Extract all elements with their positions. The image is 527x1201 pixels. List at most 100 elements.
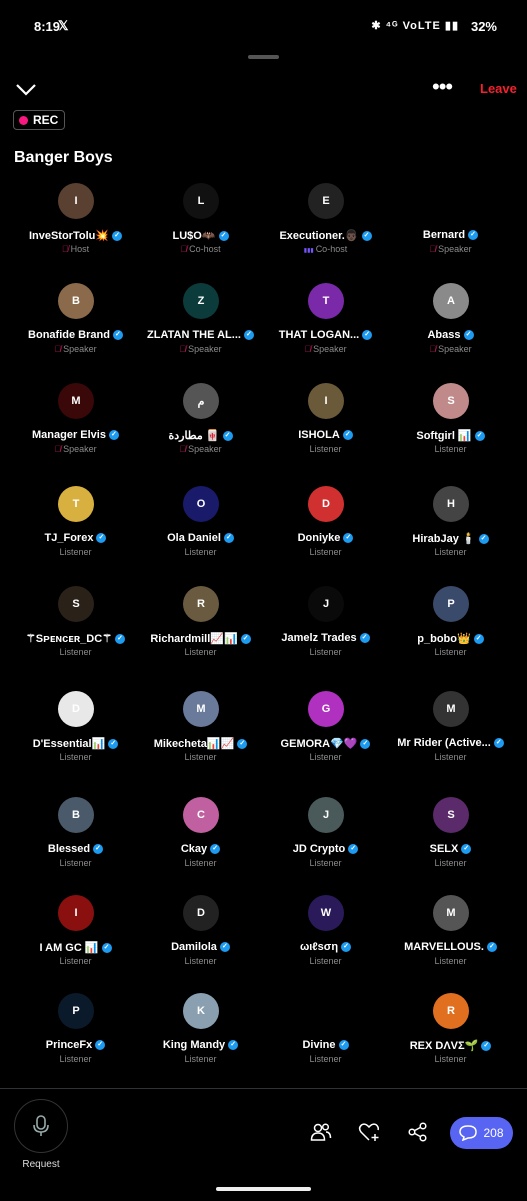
participant-role: Listener — [13, 956, 138, 966]
participant-card[interactable]: H HirabJay 🕯️ ✓ Listener — [388, 486, 513, 581]
participant-card[interactable]: K King Mandy ✓ Listener — [138, 993, 263, 1088]
participant-card[interactable]: M Mr Rider (Active... ✓ Listener — [388, 691, 513, 786]
verified-badge-icon: ✓ — [112, 330, 123, 341]
participant-card[interactable]: O Ola Daniel ✓ Listener — [138, 486, 263, 581]
participant-role: 🎙̸ Speaker — [263, 344, 388, 354]
participant-card[interactable]: B Bonafide Brand ✓ 🎙̸ Speaker — [13, 283, 138, 378]
participant-card[interactable]: I ISHOLA ✓ Listener — [263, 383, 388, 478]
speaking-wave-icon: ▮▮▮ — [303, 248, 314, 254]
participant-role-text: Listener — [59, 1054, 92, 1064]
more-options-icon[interactable]: ••• — [432, 76, 453, 98]
verified-badge-icon: ✓ — [95, 1040, 106, 1051]
verified-badge-icon: ✓ — [115, 634, 126, 645]
recording-badge: REC — [13, 110, 66, 130]
participant-card[interactable]: S SELX ✓ Listener — [388, 797, 513, 892]
participant-card[interactable]: Wωιℓsση ✓ Listener — [263, 895, 388, 990]
participant-card[interactable]: D Damilola ✓ Listener — [138, 895, 263, 990]
participant-name: REX DΛVΣ🌱 ✓ — [388, 1039, 513, 1052]
participant-card[interactable]: I I AM GC 📊 ✓ Listener — [13, 895, 138, 990]
participant-card[interactable]: M MARVELLOUS. ✓ Listener — [388, 895, 513, 990]
participant-role-text: Speaker — [313, 344, 347, 354]
participant-card[interactable]: م مطاردة 🀄 ✓ 🎙̸ Speaker — [138, 383, 263, 478]
participant-card[interactable]: T TJ_Forex ✓ Listener — [13, 486, 138, 581]
participant-row: B Blessed ✓ Listener C Ckay ✓ Listener J JD Crypt… — [0, 797, 527, 892]
participant-name-text: Damilola — [171, 941, 217, 953]
verified-badge-icon: ✓ — [348, 844, 359, 855]
participant-card[interactable]: Bernard ✓ 🎙̸ Speaker — [388, 183, 513, 278]
muted-mic-icon: 🎙̸ — [179, 444, 187, 454]
request-mic-button[interactable] — [14, 1099, 68, 1153]
participant-name-text: Ola Daniel — [167, 532, 221, 544]
comments-button[interactable]: 208 — [450, 1117, 513, 1149]
participant-role-text: Listener — [184, 956, 217, 966]
participant-card[interactable]: L LU$O🦇 ✓ 🎙̸ Co-host — [138, 183, 263, 278]
participant-name-text: D'Essential📊 — [32, 738, 106, 750]
participant-name: THAT LOGAN... ✓ — [263, 329, 388, 341]
participant-role: 🎙̸ Host — [13, 244, 138, 254]
participant-name-text: PrinceFx — [45, 1039, 93, 1051]
participant-name-text: THAT LOGAN... — [278, 329, 360, 341]
participant-card[interactable]: G GEMORA💎💜 ✓ Listener — [263, 691, 388, 786]
status-time: 8:19 — [34, 19, 61, 34]
participant-role-text: Listener — [309, 956, 342, 966]
participant-role-text: Listener — [434, 752, 467, 762]
participant-role: Listener — [388, 752, 513, 762]
sheet-drag-handle[interactable] — [248, 55, 279, 59]
leave-button[interactable]: Leave — [480, 81, 517, 96]
participant-role: Listener — [263, 752, 388, 762]
participant-card[interactable]: E Executioner.👨🏿 ✓ ▮▮▮ Co-host — [263, 183, 388, 278]
x-logo-icon: 𝕏 — [58, 18, 69, 33]
participant-role-text: Host — [70, 244, 90, 254]
participant-card[interactable]: P PrinceFx ✓ Listener — [13, 993, 138, 1088]
participant-name: Executioner.👨🏿 ✓ — [263, 229, 388, 242]
verified-badge-icon: ✓ — [341, 942, 352, 953]
participant-card[interactable]: M Mikecheta📊📈 ✓ Listener — [138, 691, 263, 786]
participant-name: Bonafide Brand ✓ — [13, 329, 138, 341]
participant-name: p_bobo👑 ✓ — [388, 632, 513, 645]
share-icon[interactable] — [407, 1121, 429, 1143]
participant-role: Listener — [388, 647, 513, 657]
battery-level: 32% — [470, 19, 497, 34]
participant-card[interactable]: D Doniyke ✓ Listener — [263, 486, 388, 581]
participant-name: Ola Daniel ✓ — [138, 532, 263, 544]
participant-name: Doniyke ✓ — [263, 532, 388, 544]
home-indicator[interactable] — [216, 1187, 311, 1191]
participant-role-text: Speaker — [438, 344, 472, 354]
participant-card[interactable]: T THAT LOGAN... ✓ 🎙̸ Speaker — [263, 283, 388, 378]
participant-card[interactable]: S Softgirl 📊 ✓ Listener — [388, 383, 513, 478]
verified-badge-icon: ✓ — [343, 533, 354, 544]
participant-card[interactable]: I InveStorTolu💥 ✓ 🎙̸ Host — [13, 183, 138, 278]
participant-role: 🎙̸ Co-host — [138, 244, 263, 254]
participant-card[interactable]: S ⚚Sᴘᴇɴᴄᴇʀ_DC⚚ ✓ Listener — [13, 586, 138, 681]
participant-card[interactable]: Divine ✓ Listener — [263, 993, 388, 1088]
participant-role: Listener — [263, 444, 388, 454]
participant-card[interactable]: R Richardmill📈📊 ✓ Listener — [138, 586, 263, 681]
participant-role: 🎙̸ Speaker — [13, 444, 138, 454]
avatar: J — [308, 797, 344, 833]
participant-name-text: TJ_Forex — [44, 532, 94, 544]
participant-name: ISHOLA ✓ — [263, 429, 388, 441]
participant-name-text: SELX — [429, 843, 459, 855]
participant-name-text: Ckay — [180, 843, 208, 855]
participant-card[interactable]: Pp_bobo👑 ✓ Listener — [388, 586, 513, 681]
participant-name: LU$O🦇 ✓ — [138, 229, 263, 242]
heart-plus-icon[interactable] — [358, 1121, 380, 1143]
participant-card[interactable]: B Blessed ✓ Listener — [13, 797, 138, 892]
participant-card[interactable]: R REX DΛVΣ🌱 ✓ Listener — [388, 993, 513, 1088]
verified-badge-icon: ✓ — [218, 231, 229, 242]
participant-card[interactable]: M Manager Elvis ✓ 🎙̸ Speaker — [13, 383, 138, 478]
participant-role: Listener — [13, 752, 138, 762]
verified-badge-icon: ✓ — [108, 739, 119, 750]
chevron-down-icon[interactable] — [14, 78, 38, 100]
verified-badge-icon: ✓ — [359, 633, 370, 644]
participant-card[interactable]: C Ckay ✓ Listener — [138, 797, 263, 892]
people-icon[interactable] — [310, 1121, 332, 1143]
participant-role: 🎙̸ Speaker — [388, 344, 513, 354]
participant-card[interactable]: A Abass ✓ 🎙̸ Speaker — [388, 283, 513, 378]
participant-card[interactable]: Z ZLATAN THE AL... ✓ 🎙̸ Speaker — [138, 283, 263, 378]
participant-card[interactable]: J Jamelz Trades ✓ Listener — [263, 586, 388, 681]
participant-role: 🎙̸ Speaker — [138, 344, 263, 354]
muted-mic-icon: 🎙̸ — [180, 244, 188, 254]
participant-card[interactable]: J JD Crypto ✓ Listener — [263, 797, 388, 892]
participant-card[interactable]: D D'Essential📊 ✓ Listener — [13, 691, 138, 786]
